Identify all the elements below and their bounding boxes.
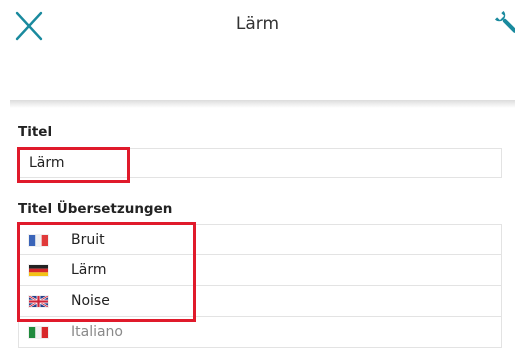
flag-gb-icon xyxy=(29,296,48,307)
translation-text-de: Lärm xyxy=(71,262,107,278)
flag-de-icon xyxy=(29,265,48,276)
translation-text-fr: Bruit xyxy=(71,232,105,248)
translation-row-gb[interactable]: Noise xyxy=(18,286,502,317)
flag-fr-icon xyxy=(29,235,48,246)
flag-it-icon xyxy=(29,327,48,338)
translation-text-gb: Noise xyxy=(71,293,110,309)
page-title: Lärm xyxy=(235,14,280,34)
wrench-icon xyxy=(494,10,515,33)
title-field-value: Lärm xyxy=(29,155,65,171)
translation-row-fr[interactable]: Bruit xyxy=(18,224,502,255)
top-bar: Lärm xyxy=(0,0,515,100)
title-field[interactable]: Lärm xyxy=(18,148,502,178)
settings-button[interactable] xyxy=(492,8,515,38)
translation-row-de[interactable]: Lärm xyxy=(18,255,502,286)
translation-placeholder-it: Italiano xyxy=(71,324,123,340)
title-label: Titel xyxy=(18,124,53,140)
translations-label: Titel Übersetzungen xyxy=(18,201,173,217)
translation-row-it[interactable]: Italiano xyxy=(18,317,502,348)
header-divider xyxy=(10,100,515,108)
translations-list: Bruit Lärm Noise Italiano xyxy=(18,224,502,348)
